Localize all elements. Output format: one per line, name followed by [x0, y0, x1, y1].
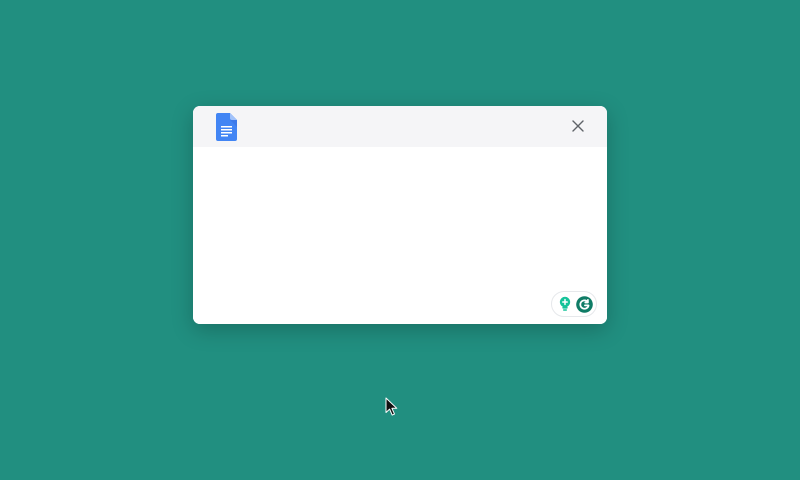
grammarly-widget[interactable]	[551, 291, 597, 317]
docs-popup-dialog	[193, 106, 607, 324]
close-icon	[572, 120, 584, 132]
bulb-icon[interactable]	[557, 296, 573, 312]
close-button[interactable]	[571, 119, 585, 133]
arrow-cursor-icon	[385, 397, 398, 416]
document-editor-area[interactable]	[193, 147, 607, 324]
grammarly-g-icon[interactable]	[576, 296, 593, 313]
google-docs-icon	[216, 113, 237, 141]
dialog-header	[193, 106, 607, 147]
